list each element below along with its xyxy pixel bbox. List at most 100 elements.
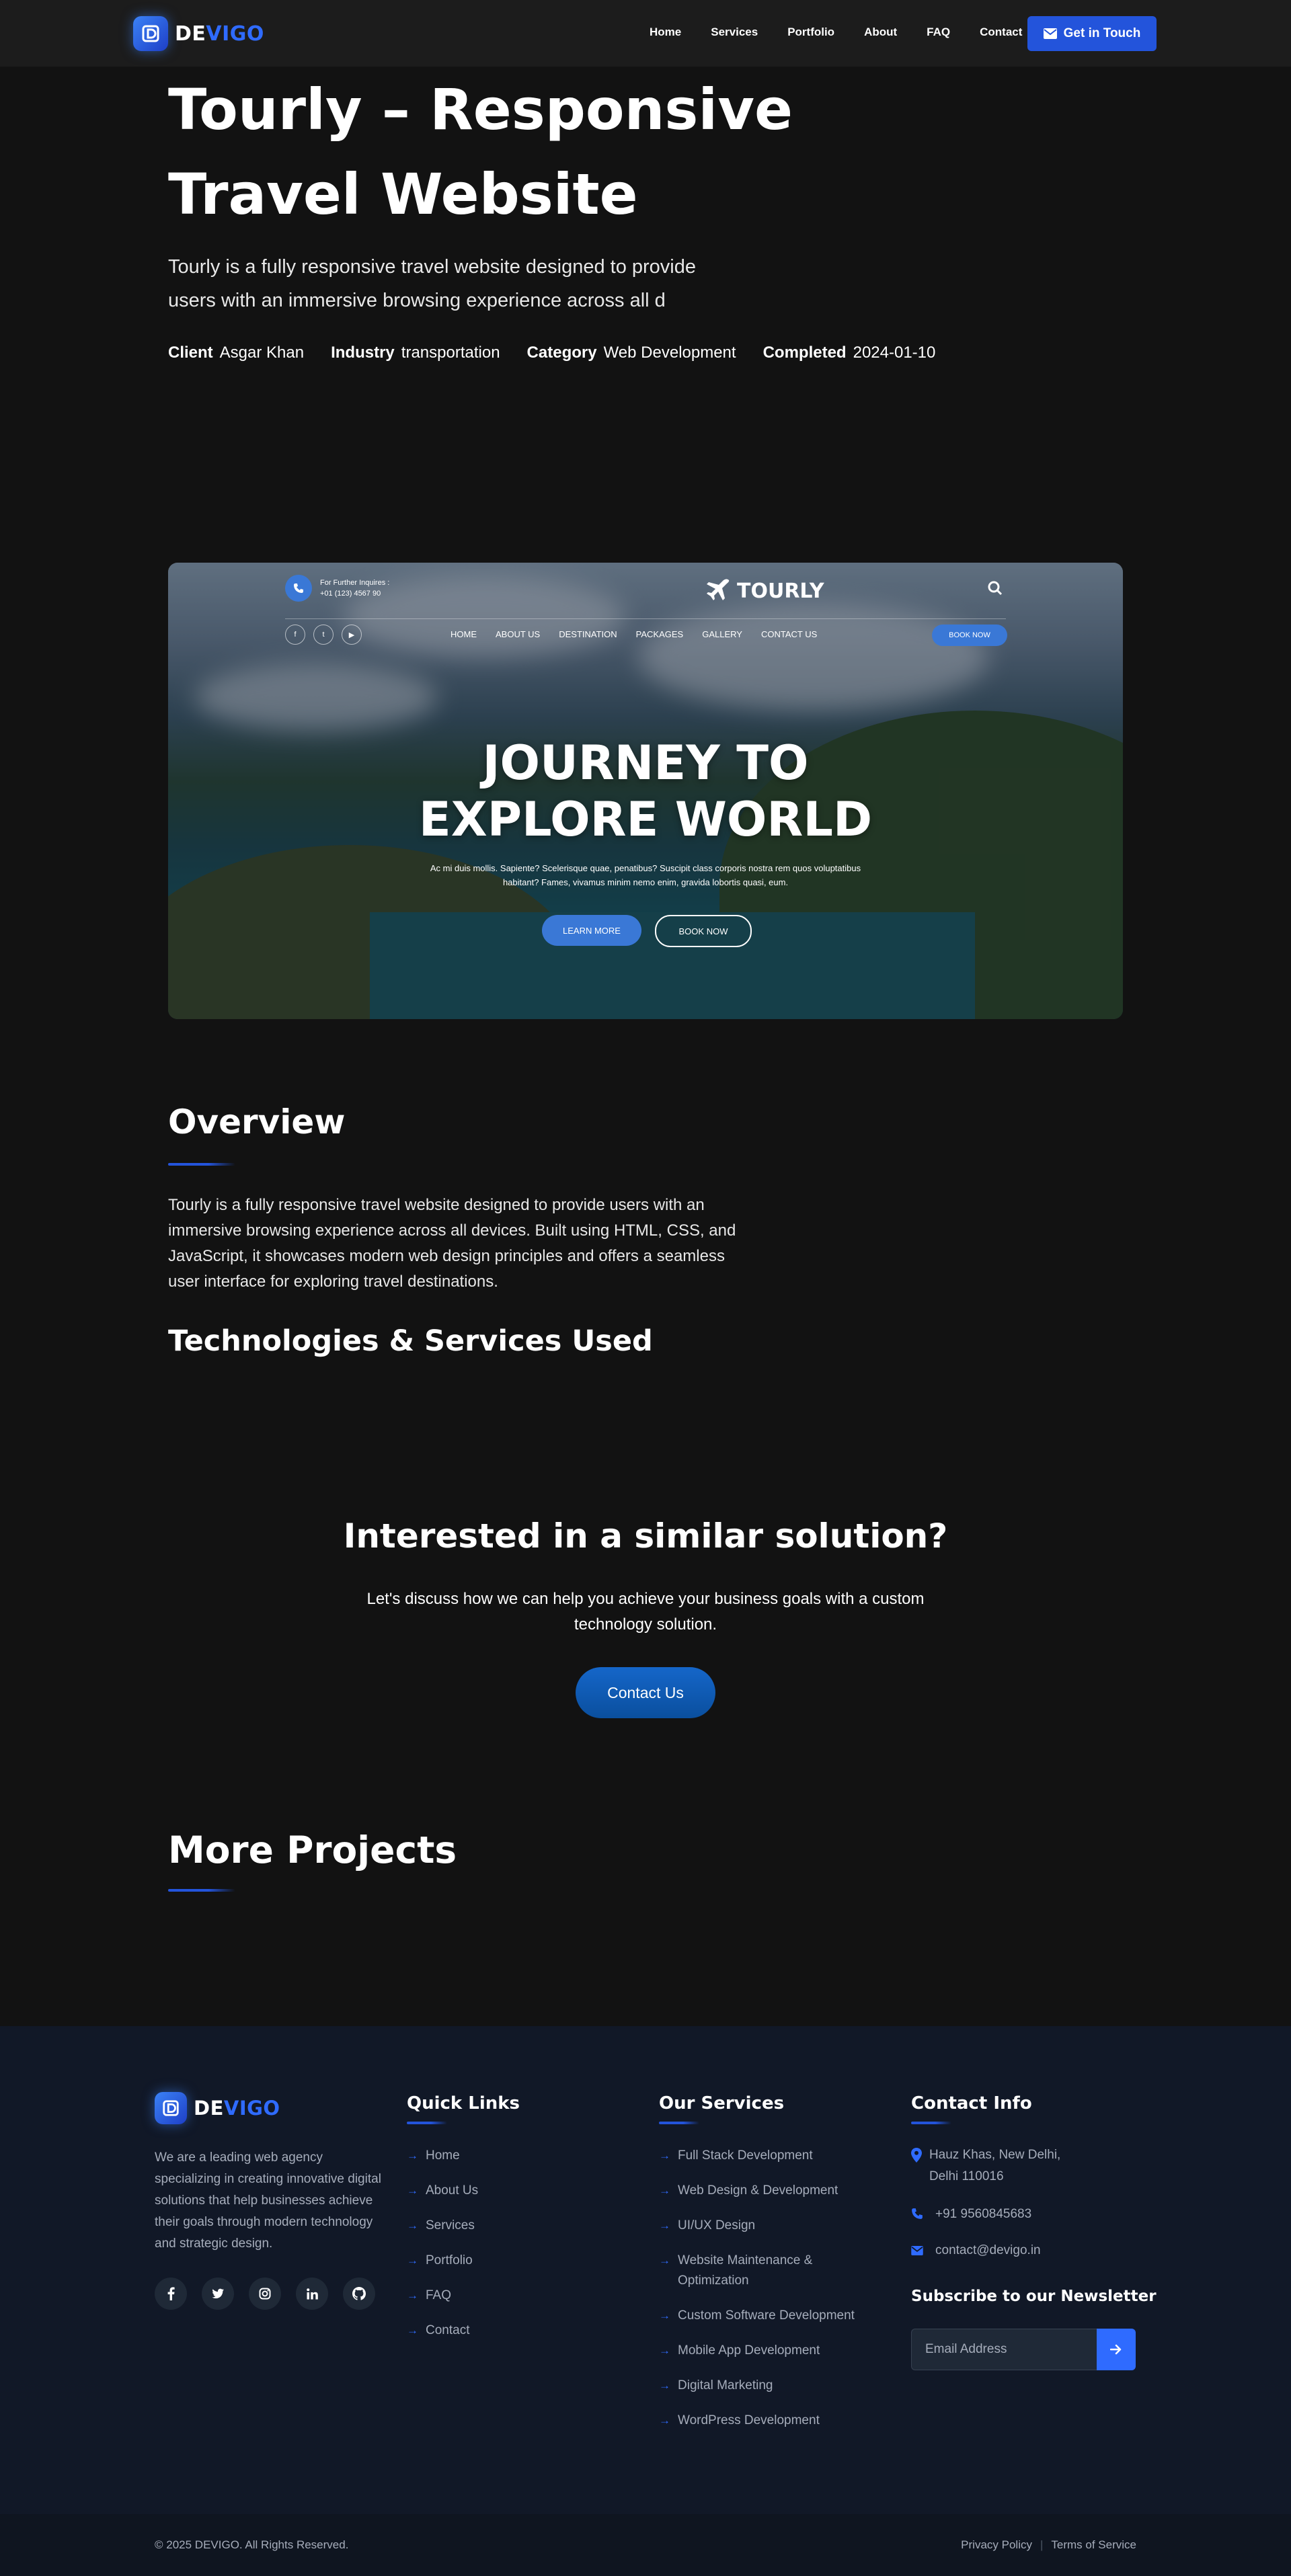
preview-phone-label: For Further Inquires :	[320, 579, 390, 587]
footer-brand-logo[interactable]: DEVIGO	[155, 2092, 280, 2124]
privacy-policy-link[interactable]: Privacy Policy	[961, 2538, 1032, 2552]
phone-icon	[285, 575, 312, 602]
preview-headline-line-1: JOURNEY TO	[482, 735, 809, 791]
arrow-right-icon	[1110, 2344, 1122, 2355]
project-lead: Tourly is a fully responsive travel webs…	[168, 256, 697, 311]
nav-link-services[interactable]: Services	[711, 26, 758, 39]
our-services-title: Our Services	[659, 2093, 785, 2114]
contact-phone-text: +91 9560845683	[935, 2207, 1032, 2221]
twitter-icon: t	[313, 625, 334, 645]
quick-link-services[interactable]: → Services	[407, 2216, 609, 2236]
meta-industry: Industry transportation	[331, 344, 500, 362]
contact-email[interactable]: contact@devigo.in	[911, 2240, 1041, 2263]
legal-links: Privacy Policy | Terms of Service	[961, 2538, 1136, 2552]
quick-link-label: Contact	[426, 2323, 470, 2337]
service-link[interactable]: → Web Design & Development	[659, 2181, 874, 2201]
brand-logo-icon	[155, 2092, 187, 2124]
arrow-right-icon: →	[659, 2379, 670, 2392]
service-link[interactable]: → UI/UX Design	[659, 2216, 874, 2236]
preview-menu-item: DESTINATION	[559, 629, 617, 639]
quick-link-faq[interactable]: → FAQ	[407, 2286, 609, 2306]
nav-link-portfolio[interactable]: Portfolio	[787, 26, 834, 39]
quick-link-label: About Us	[426, 2183, 479, 2198]
nav-link-contact[interactable]: Contact	[980, 26, 1022, 39]
arrow-right-icon: →	[407, 2184, 418, 2197]
contact-address: Hauz Khas, New Delhi, Delhi 110016	[911, 2144, 1086, 2187]
preview-phone-number: +01 (123) 4567 90	[320, 590, 381, 598]
preview-logo-text: TOURLY	[737, 579, 824, 603]
main-nav: Home Services Portfolio About FAQ Contac…	[650, 26, 1052, 39]
service-label: Digital Marketing	[678, 2378, 773, 2392]
quick-links-accent-line	[407, 2122, 447, 2124]
contact-us-button[interactable]: Contact Us	[576, 1667, 715, 1718]
our-services-accent-line	[659, 2122, 699, 2124]
quick-link-about[interactable]: → About Us	[407, 2181, 609, 2201]
cta-text: Let's discuss how we can help you achiev…	[366, 1590, 925, 1634]
preview-menu-item: CONTACT US	[760, 629, 818, 639]
meta-category-label: Category	[526, 344, 597, 362]
airplane-icon	[707, 579, 730, 600]
footer-social-links	[155, 2278, 390, 2310]
facebook-icon[interactable]	[155, 2278, 187, 2310]
project-meta: Client Asgar Khan Industry transportation …	[168, 344, 962, 362]
preview-menu: HOME ABOUT US DESTINATION PACKAGES GALLE…	[451, 629, 836, 639]
contact-info-title: Contact Info	[911, 2093, 1032, 2114]
cta-title: Interested in a similar solution?	[343, 1517, 948, 1556]
envelope-icon	[911, 2240, 935, 2263]
github-icon[interactable]	[343, 2278, 375, 2310]
service-link[interactable]: → Website Maintenance & Optimization	[659, 2251, 874, 2291]
terms-of-service-link[interactable]: Terms of Service	[1051, 2538, 1136, 2552]
contact-info-accent-line	[911, 2122, 951, 2124]
preview-menu-item: PACKAGES	[635, 629, 684, 639]
service-link[interactable]: → WordPress Development	[659, 2411, 874, 2431]
service-label: Website Maintenance & Optimization	[678, 2253, 813, 2288]
quick-links-title: Quick Links	[407, 2093, 520, 2114]
contact-phone[interactable]: +91 9560845683	[911, 2204, 1031, 2227]
preview-social-icons: f t ▶	[285, 625, 370, 645]
arrow-right-icon: →	[659, 2149, 670, 2162]
contact-email-text: contact@devigo.in	[935, 2243, 1041, 2257]
arrow-right-icon: →	[407, 2324, 418, 2337]
newsletter-email-input[interactable]	[911, 2329, 1097, 2370]
overview-title: Overview	[168, 1102, 346, 1141]
quick-link-contact[interactable]: → Contact	[407, 2321, 609, 2341]
arrow-right-icon: →	[659, 2184, 670, 2197]
arrow-right-icon: →	[659, 2309, 670, 2322]
get-in-touch-button[interactable]: Get in Touch	[1027, 16, 1157, 51]
footer-about-text: We are a leading web agency specializing…	[155, 2150, 381, 2251]
nav-link-about[interactable]: About	[864, 26, 897, 39]
twitter-icon[interactable]	[202, 2278, 234, 2310]
nav-link-home[interactable]: Home	[650, 26, 681, 39]
brand-logo[interactable]: DEVIGO	[133, 16, 264, 51]
brand-name-prefix: DE	[175, 22, 206, 46]
project-preview-image: For Further Inquires : +01 (123) 4567 90…	[168, 563, 1123, 1019]
arrow-right-icon: →	[407, 2219, 418, 2232]
linkedin-icon[interactable]	[296, 2278, 328, 2310]
meta-category-value: Web Development	[603, 344, 736, 362]
quick-link-label: Services	[426, 2218, 475, 2232]
service-link[interactable]: → Full Stack Development	[659, 2146, 874, 2166]
service-label: Web Design & Development	[678, 2183, 838, 2198]
instagram-icon[interactable]	[249, 2278, 281, 2310]
quick-link-label: FAQ	[426, 2288, 452, 2302]
nav-link-faq[interactable]: FAQ	[927, 26, 950, 39]
envelope-icon	[1043, 28, 1057, 39]
service-link[interactable]: → Mobile App Development	[659, 2341, 874, 2361]
arrow-right-icon: →	[407, 2149, 418, 2162]
brand-name: DEVIGO	[175, 22, 264, 46]
service-link[interactable]: → Custom Software Development	[659, 2306, 874, 2326]
quick-link-home[interactable]: → Home	[407, 2146, 609, 2166]
arrow-right-icon: →	[659, 2254, 670, 2267]
footer-brand-prefix: DE	[194, 2097, 224, 2120]
meta-category: Category Web Development	[527, 344, 736, 362]
overview-accent-line	[168, 1163, 235, 1166]
service-link[interactable]: → Digital Marketing	[659, 2376, 874, 2396]
meta-completed-label: Completed	[762, 344, 847, 362]
service-label: UI/UX Design	[678, 2218, 756, 2232]
meta-completed: Completed 2024-01-10	[763, 344, 936, 362]
arrow-right-icon: →	[659, 2219, 670, 2232]
newsletter-submit-button[interactable]	[1097, 2329, 1136, 2370]
quick-link-portfolio[interactable]: → Portfolio	[407, 2251, 609, 2271]
footer-brand-name: DEVIGO	[194, 2097, 280, 2120]
phone-icon	[911, 2204, 935, 2227]
